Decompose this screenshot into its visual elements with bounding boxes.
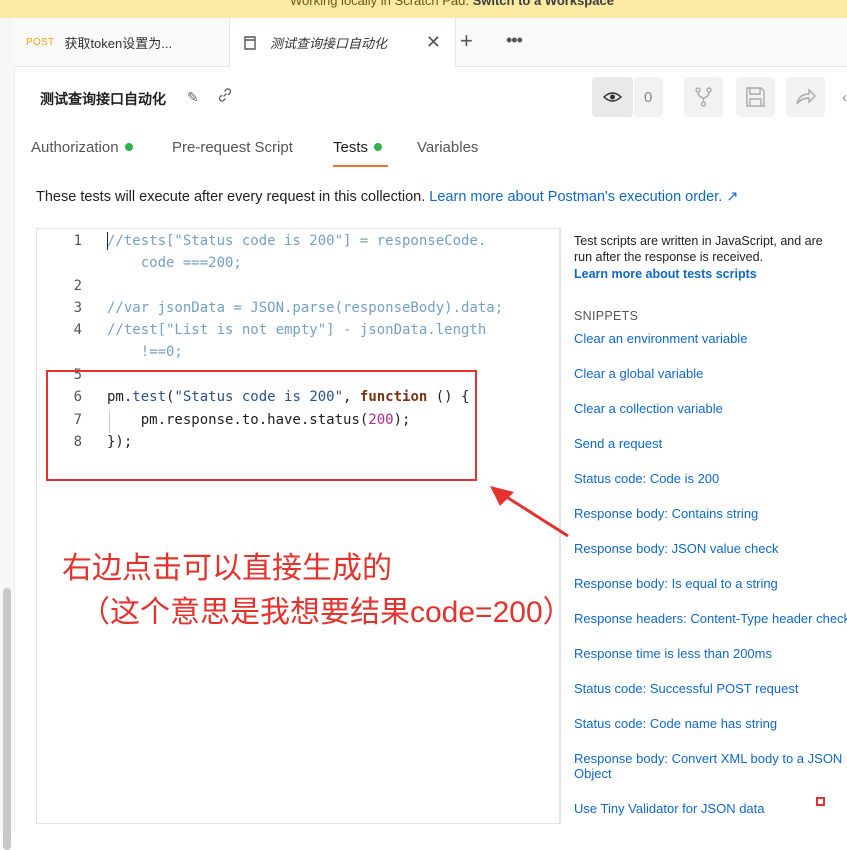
snippet-item[interactable]: Response body: Contains string	[574, 506, 758, 521]
arrow-icon	[490, 486, 569, 538]
status-dot	[124, 143, 133, 152]
snippet-item[interactable]: Response body: Convert XML body to a JSO…	[574, 751, 842, 766]
description-text: These tests will execute after every req…	[36, 189, 430, 205]
snippet-item[interactable]: Response headers: Content-Type header ch…	[574, 611, 847, 626]
learn-tests-link[interactable]: Learn more about tests scripts	[574, 267, 847, 281]
text-cursor	[107, 232, 108, 250]
code-editor[interactable]	[36, 228, 560, 824]
tab-label: Tests	[333, 139, 369, 156]
fork-icon	[695, 87, 712, 107]
save-button[interactable]	[736, 77, 775, 117]
code-line-4: //test["List is not empty"] - jsonData.l…	[107, 322, 487, 338]
more-icon[interactable]: •••	[506, 30, 523, 51]
snippet-item[interactable]: Status code: Successful POST request	[574, 681, 799, 696]
snippet-item[interactable]: Status code: Code name has string	[574, 716, 777, 731]
tab-get-token[interactable]: POST 获取token设置为...	[14, 18, 230, 66]
code-line-1: //tests["Status code is 200"] = response…	[107, 233, 487, 249]
snippet-item[interactable]: Response time is less than 200ms	[574, 646, 772, 661]
watch-button[interactable]	[592, 77, 633, 117]
snippet-item[interactable]: Clear a collection variable	[574, 401, 723, 416]
snippet-item[interactable]: Status code: Code is 200	[574, 471, 719, 486]
banner-message: Working locally in Scratch Pad.	[290, 0, 469, 8]
snippet-item[interactable]: Use Tiny Validator for JSON data	[574, 801, 765, 816]
line-number: 1	[73, 233, 82, 249]
active-tab-indicator	[333, 165, 388, 167]
annotation-marker	[816, 797, 825, 806]
code-line-4-wrap: !==0;	[107, 344, 183, 360]
snippet-item[interactable]: Response body: JSON value check	[574, 541, 779, 556]
annotation-text-2: （这个意思是我想要结果code=200）	[80, 596, 573, 629]
annotation-box	[46, 370, 477, 481]
link-icon[interactable]	[216, 86, 234, 104]
banner-text: Working locally in Scratch Pad. Switch t…	[290, 0, 614, 8]
save-icon	[746, 87, 765, 107]
tab-authorization[interactable]: Authorization	[31, 139, 133, 156]
pencil-icon[interactable]: ✎	[187, 89, 199, 106]
help-text: Test scripts are written in JavaScript, …	[574, 234, 823, 264]
close-icon[interactable]: ✕	[426, 32, 441, 53]
annotation-text-1: 右边点击可以直接生成的	[62, 552, 392, 585]
workspace-banner: Working locally in Scratch Pad. Switch t…	[0, 0, 847, 18]
collection-subtabs: Authorization Pre-request Script Tests V…	[14, 131, 847, 167]
tests-description: These tests will execute after every req…	[36, 189, 738, 205]
code-line-1-wrap: code ===200;	[107, 255, 242, 271]
execution-order-link[interactable]: Learn more about Postman's execution ord…	[429, 189, 738, 205]
status-dot	[374, 143, 383, 152]
line-number: 4	[73, 322, 82, 338]
collection-icon	[244, 35, 256, 50]
snippet-item-wrap[interactable]: Object	[574, 766, 612, 781]
share-button[interactable]	[786, 77, 825, 117]
method-badge: POST	[26, 36, 55, 48]
tab-prerequest[interactable]: Pre-request Script	[172, 139, 293, 156]
page-title: 测试查询接口自动化	[40, 91, 166, 107]
tab-title: 获取token设置为...	[64, 35, 173, 51]
snippet-item[interactable]: Clear an environment variable	[574, 331, 747, 346]
fork-button[interactable]	[684, 77, 723, 117]
share-icon	[796, 88, 816, 105]
left-scrollbar[interactable]	[3, 588, 11, 850]
tab-label: Authorization	[31, 139, 119, 156]
eye-icon	[602, 92, 623, 102]
watch-count-value: 0	[644, 89, 653, 106]
line-number: 2	[73, 278, 82, 294]
switch-workspace-link[interactable]: Switch to a Workspace	[473, 0, 614, 8]
tab-collection[interactable]: 测试查询接口自动化 ✕	[230, 18, 456, 67]
snippets-help: Test scripts are written in JavaScript, …	[574, 233, 847, 281]
snippet-item[interactable]: Response body: Is equal to a string	[574, 576, 778, 591]
line-number: 3	[73, 300, 82, 316]
code-line-3: //var jsonData = JSON.parse(responseBody…	[107, 300, 504, 316]
snippets-heading: SNIPPETS	[574, 309, 639, 323]
snippet-item[interactable]: Clear a global variable	[574, 366, 703, 381]
plus-icon[interactable]: +	[460, 28, 473, 54]
chevron-left-icon[interactable]: ‹	[842, 89, 847, 106]
collection-header: 测试查询接口自动化 ✎ 0 ‹	[14, 67, 847, 131]
tab-tests[interactable]: Tests	[333, 139, 383, 156]
tab-title: 测试查询接口自动化	[270, 36, 388, 51]
left-sidebar-strip	[0, 18, 15, 850]
snippet-item[interactable]: Send a request	[574, 436, 662, 451]
tab-variables[interactable]: Variables	[417, 139, 478, 156]
request-tab-bar: POST 获取token设置为... 测试查询接口自动化 ✕ + •••	[14, 18, 847, 67]
